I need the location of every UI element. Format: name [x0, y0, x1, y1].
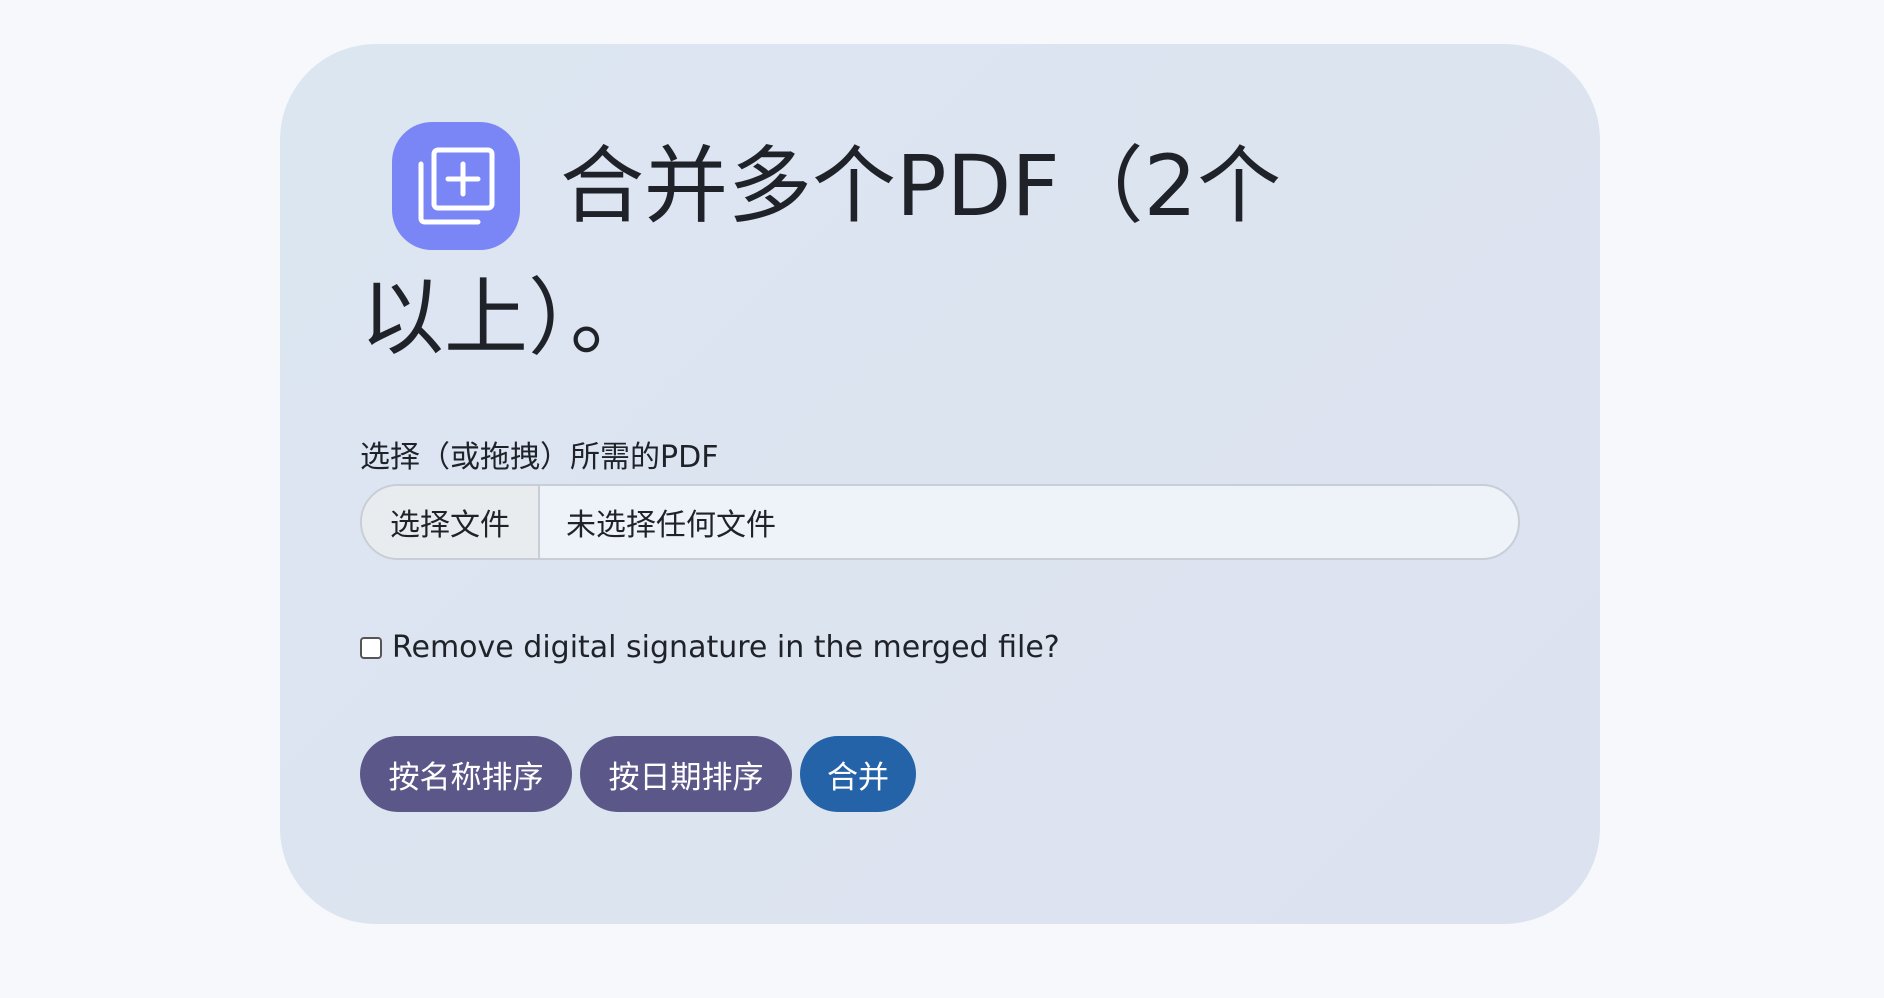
remove-signature-checkbox[interactable]	[360, 637, 382, 659]
merge-card: 合并多个PDF（2个以上）。 选择（或拖拽）所需的PDF 选择文件 未选择任何文…	[280, 44, 1600, 924]
add-to-stack-icon	[392, 122, 520, 251]
remove-signature-label[interactable]: Remove digital signature in the merged f…	[392, 628, 1060, 668]
pdf-file-input[interactable]: 选择文件 未选择任何文件	[360, 484, 1520, 560]
file-input-label: 选择（或拖拽）所需的PDF	[360, 440, 719, 475]
file-status-text: 未选择任何文件	[566, 508, 776, 543]
sort-by-name-button[interactable]: 按名称排序	[360, 736, 572, 812]
remove-signature-option[interactable]: Remove digital signature in the merged f…	[360, 628, 1060, 668]
page-title: 合并多个PDF（2个以上）。	[360, 122, 1360, 380]
merge-button[interactable]: 合并	[800, 736, 916, 812]
sort-by-date-button[interactable]: 按日期排序	[580, 736, 792, 812]
action-buttons: 按名称排序 按日期排序 合并	[360, 736, 916, 812]
choose-file-button[interactable]: 选择文件	[362, 486, 540, 558]
